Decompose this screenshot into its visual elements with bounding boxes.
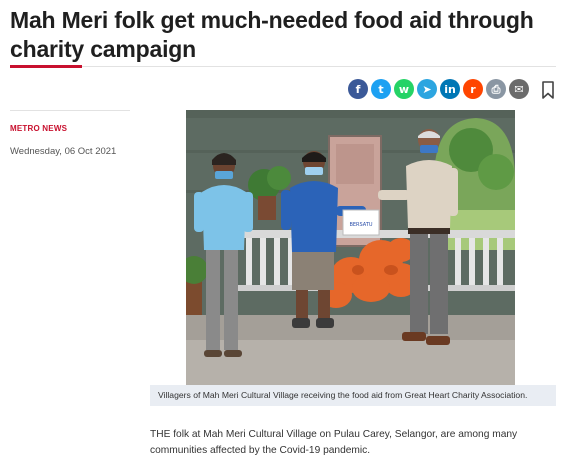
print-button[interactable]: ⎙ (486, 79, 506, 99)
article-date: Wednesday, 06 Oct 2021 (10, 146, 117, 157)
facebook-icon: f (355, 82, 361, 96)
bookmark-icon[interactable] (541, 81, 555, 99)
twitter-icon: t (378, 82, 384, 96)
linkedin-share-button[interactable]: in (440, 79, 460, 99)
envelope-label: BERSATU (349, 222, 372, 228)
email-share-button[interactable]: ✉ (509, 79, 529, 99)
twitter-share-button[interactable]: t (371, 79, 391, 99)
facebook-share-button[interactable]: f (348, 79, 368, 99)
article-category[interactable]: METRO NEWS (10, 124, 67, 133)
linkedin-icon: in (444, 82, 456, 96)
headline-accent-underline (10, 65, 82, 68)
headline-divider (82, 66, 556, 67)
reddit-share-button[interactable]: r (463, 79, 483, 99)
article-photo: BERSATU (186, 110, 515, 385)
share-bar: f t w ➤ in r ⎙ ✉ (348, 79, 529, 99)
photo-caption: Villagers of Mah Meri Cultural Village r… (150, 385, 556, 406)
article-headline: Mah Meri folk get much-needed food aid t… (10, 7, 534, 62)
print-icon: ⎙ (491, 82, 501, 96)
whatsapp-share-button[interactable]: w (394, 79, 414, 99)
meta-divider (10, 110, 130, 111)
email-icon: ✉ (514, 82, 524, 96)
telegram-share-button[interactable]: ➤ (417, 79, 437, 99)
telegram-icon: ➤ (422, 82, 432, 96)
reddit-icon: r (470, 82, 476, 96)
article-body-paragraph: THE folk at Mah Meri Cultural Village on… (150, 429, 518, 456)
whatsapp-icon: w (398, 82, 410, 96)
